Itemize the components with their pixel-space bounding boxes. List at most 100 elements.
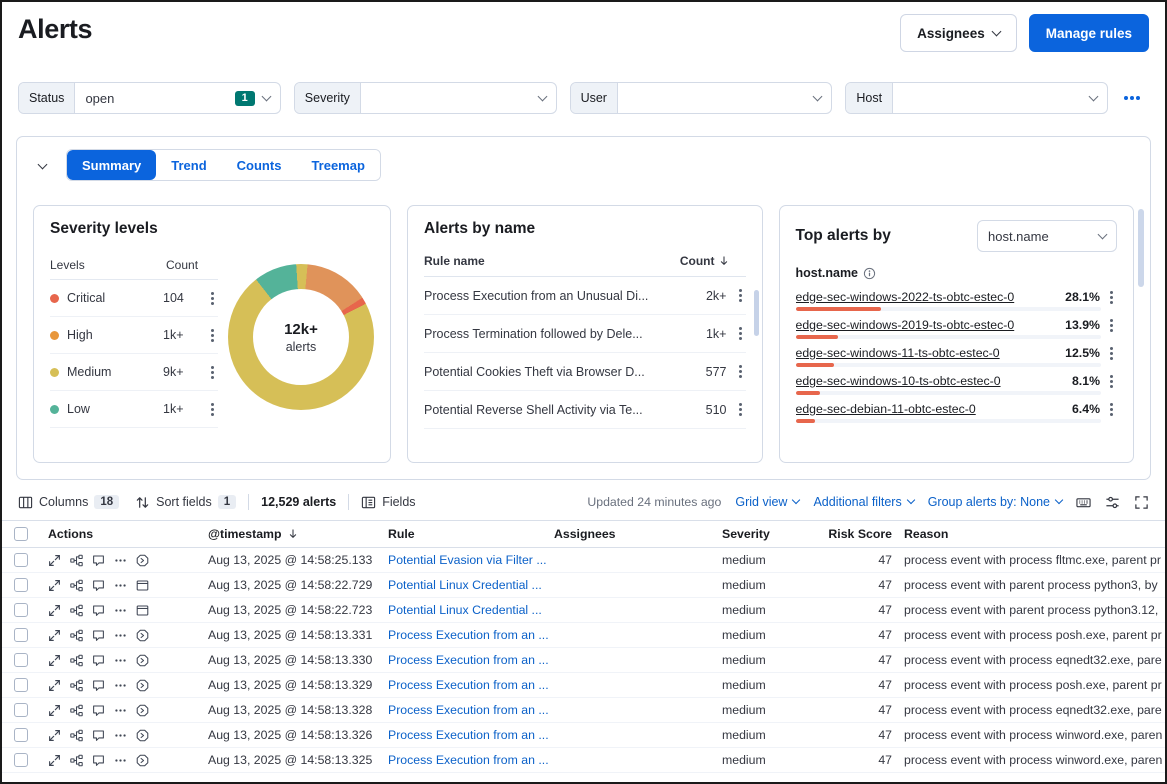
host-name-link[interactable]: edge-sec-windows-10-ts-obtc-estec-0 — [796, 374, 1064, 388]
row-checkbox[interactable] — [14, 678, 28, 692]
rule-link[interactable]: Potential Evasion via Filter ... — [388, 553, 547, 567]
add-note-icon[interactable] — [92, 679, 105, 692]
analyze-event-icon[interactable] — [70, 654, 83, 667]
kebab-menu-icon[interactable] — [1110, 324, 1113, 327]
fields-button[interactable]: Fields — [361, 495, 415, 510]
add-note-icon[interactable] — [92, 704, 105, 717]
expand-alert-icon[interactable] — [48, 629, 61, 642]
row-checkbox[interactable] — [14, 578, 28, 592]
host-filter[interactable]: Host — [845, 82, 1108, 114]
session-view-icon[interactable] — [136, 629, 149, 642]
rule-link[interactable]: Process Execution from an ... — [388, 753, 549, 767]
count-column-header[interactable]: Count — [680, 254, 730, 268]
analyze-event-icon[interactable] — [70, 704, 83, 717]
keyboard-shortcuts-icon[interactable] — [1076, 495, 1091, 510]
expand-alert-icon[interactable] — [48, 554, 61, 567]
display-options-icon[interactable] — [1105, 495, 1120, 510]
kebab-menu-icon[interactable] — [211, 408, 214, 411]
kebab-menu-icon[interactable] — [211, 334, 214, 337]
risk-score-column-header[interactable]: Risk Score — [828, 527, 892, 541]
more-actions-icon[interactable] — [114, 554, 127, 567]
more-actions-icon[interactable] — [114, 729, 127, 742]
severity-filter[interactable]: Severity — [294, 82, 557, 114]
expand-alert-icon[interactable] — [48, 604, 61, 617]
kebab-menu-icon[interactable] — [1110, 352, 1113, 355]
tab-summary[interactable]: Summary — [67, 150, 156, 180]
analyze-event-icon[interactable] — [70, 754, 83, 767]
more-filters-icon[interactable] — [1121, 87, 1143, 109]
assignees-button[interactable]: Assignees — [900, 14, 1017, 52]
add-note-icon[interactable] — [92, 604, 105, 617]
session-view-icon[interactable] — [136, 704, 149, 717]
row-checkbox[interactable] — [14, 728, 28, 742]
kebab-menu-icon[interactable] — [739, 294, 742, 297]
analyze-event-icon[interactable] — [70, 679, 83, 692]
host-name-link[interactable]: edge-sec-windows-2019-ts-obtc-estec-0 — [796, 318, 1058, 332]
add-note-icon[interactable] — [92, 654, 105, 667]
rule-link[interactable]: Potential Linux Credential ... — [388, 578, 542, 592]
expand-alert-icon[interactable] — [48, 654, 61, 667]
manage-rules-button[interactable]: Manage rules — [1029, 14, 1149, 52]
rule-link[interactable]: Process Execution from an ... — [388, 703, 549, 717]
rule-link[interactable]: Potential Linux Credential ... — [388, 603, 542, 617]
columns-button[interactable]: Columns 18 — [18, 495, 119, 510]
row-checkbox[interactable] — [14, 628, 28, 642]
grid-view-dropdown[interactable]: Grid view — [735, 495, 799, 509]
host-name-link[interactable]: edge-sec-debian-11-obtc-estec-0 — [796, 402, 1064, 416]
expand-alert-icon[interactable] — [48, 729, 61, 742]
timestamp-column-header[interactable]: @timestamp — [204, 527, 384, 541]
fullscreen-icon[interactable] — [1134, 495, 1149, 510]
tab-counts[interactable]: Counts — [222, 150, 297, 180]
top-alerts-field-select[interactable]: host.name — [977, 220, 1117, 252]
expand-alert-icon[interactable] — [48, 579, 61, 592]
charts-scrollbar[interactable] — [1138, 209, 1144, 287]
kebab-menu-icon[interactable] — [211, 297, 214, 300]
row-checkbox[interactable] — [14, 653, 28, 667]
more-actions-icon[interactable] — [114, 579, 127, 592]
more-actions-icon[interactable] — [114, 629, 127, 642]
rule-link[interactable]: Process Execution from an ... — [388, 653, 549, 667]
session-view-icon[interactable] — [136, 654, 149, 667]
status-filter[interactable]: Status open 1 — [18, 82, 281, 114]
kebab-menu-icon[interactable] — [739, 370, 742, 373]
rule-link[interactable]: Process Execution from an ... — [388, 628, 549, 642]
more-actions-icon[interactable] — [114, 654, 127, 667]
expand-alert-icon[interactable] — [48, 754, 61, 767]
tab-treemap[interactable]: Treemap — [296, 150, 379, 180]
session-view-icon[interactable] — [136, 604, 149, 617]
severity-column-header[interactable]: Severity — [720, 527, 828, 541]
additional-filters-dropdown[interactable]: Additional filters — [813, 495, 913, 509]
analyze-event-icon[interactable] — [70, 604, 83, 617]
panel-scrollbar[interactable] — [754, 290, 759, 336]
sort-fields-button[interactable]: Sort fields 1 — [135, 495, 236, 510]
info-icon[interactable] — [863, 267, 876, 280]
assignees-column-header[interactable]: Assignees — [550, 527, 720, 541]
rule-link[interactable]: Process Execution from an ... — [388, 678, 549, 692]
kebab-menu-icon[interactable] — [739, 332, 742, 335]
row-checkbox[interactable] — [14, 753, 28, 767]
expand-alert-icon[interactable] — [48, 679, 61, 692]
session-view-icon[interactable] — [136, 554, 149, 567]
row-checkbox[interactable] — [14, 703, 28, 717]
collapse-charts-button[interactable] — [33, 150, 52, 181]
kebab-menu-icon[interactable] — [739, 408, 742, 411]
reason-column-header[interactable]: Reason — [892, 527, 1165, 541]
kebab-menu-icon[interactable] — [1110, 408, 1113, 411]
analyze-event-icon[interactable] — [70, 629, 83, 642]
session-view-icon[interactable] — [136, 754, 149, 767]
expand-alert-icon[interactable] — [48, 704, 61, 717]
kebab-menu-icon[interactable] — [211, 371, 214, 374]
analyze-event-icon[interactable] — [70, 729, 83, 742]
kebab-menu-icon[interactable] — [1110, 380, 1113, 383]
tab-trend[interactable]: Trend — [156, 150, 221, 180]
group-alerts-by-dropdown[interactable]: Group alerts by: None — [928, 495, 1062, 509]
analyze-event-icon[interactable] — [70, 554, 83, 567]
host-name-link[interactable]: edge-sec-windows-2022-ts-obtc-estec-0 — [796, 290, 1058, 304]
more-actions-icon[interactable] — [114, 754, 127, 767]
add-note-icon[interactable] — [92, 554, 105, 567]
row-checkbox[interactable] — [14, 603, 28, 617]
add-note-icon[interactable] — [92, 729, 105, 742]
user-filter[interactable]: User — [570, 82, 833, 114]
session-view-icon[interactable] — [136, 679, 149, 692]
rule-column-header[interactable]: Rule — [384, 527, 550, 541]
